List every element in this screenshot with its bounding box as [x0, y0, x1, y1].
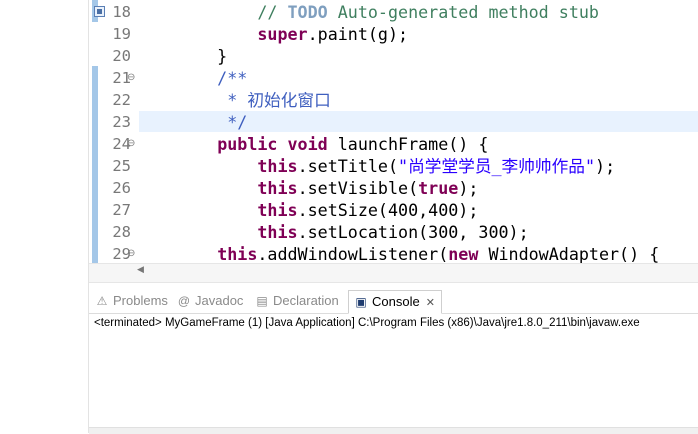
close-icon[interactable]: ✕	[426, 297, 435, 309]
code-line[interactable]: */	[177, 111, 247, 133]
code-token: );	[595, 156, 616, 176]
code-line[interactable]: }	[177, 45, 227, 67]
code-token: new	[448, 244, 479, 264]
tab-label: Problems	[113, 293, 168, 308]
code-token: this	[257, 200, 298, 220]
quick-diff-ruler	[92, 0, 100, 265]
code-line[interactable]: this.setTitle("尚学堂学员_李帅帅作品");	[177, 155, 615, 177]
code-line[interactable]: /**	[177, 67, 247, 89]
code-token: /**	[177, 68, 248, 88]
line-number: 27	[112, 201, 131, 219]
line-number: 19	[112, 25, 131, 43]
tab-declaration[interactable]: ▤ Declaration	[255, 291, 339, 311]
line-number: 23	[112, 113, 131, 131]
code-editor[interactable]: 18 // TODO Auto-generated method stub 19 …	[89, 0, 698, 265]
tab-console[interactable]: ▣ Console ✕	[348, 290, 442, 314]
code-token: );	[458, 178, 479, 198]
tab-javadoc[interactable]: @ Javadoc	[177, 291, 244, 311]
code-line[interactable]: this.addWindowListener(new WindowAdapter…	[177, 243, 659, 265]
horizontal-scrollbar[interactable]: ◀	[89, 263, 698, 283]
tab-label: Console	[372, 294, 420, 309]
code-token: void	[287, 134, 328, 154]
line-number: 18	[112, 3, 131, 21]
code-token: this	[257, 178, 298, 198]
code-token: .setLocation(300, 300);	[297, 222, 529, 242]
code-token: .setSize(400,400);	[297, 200, 479, 220]
code-line[interactable]: public void launchFrame() {	[177, 133, 488, 155]
code-line[interactable]: this.setLocation(300, 300);	[177, 221, 529, 243]
code-token: */	[177, 112, 248, 132]
console-icon: ▣	[355, 295, 367, 309]
code-token: public	[217, 134, 278, 154]
tab-problems[interactable]: ⚠ Problems	[95, 291, 168, 311]
fold-collapse-icon[interactable]: ⊖	[127, 133, 137, 155]
code-line[interactable]: // TODO Auto-generated method stub	[177, 1, 599, 23]
change-marker	[92, 66, 98, 264]
fold-collapse-icon[interactable]: ⊖	[127, 67, 137, 89]
tab-label: Javadoc	[195, 293, 244, 308]
code-token: .paint(g);	[307, 24, 409, 44]
code-token: .setVisible(	[297, 178, 419, 198]
eclipse-window: 18 // TODO Auto-generated method stub 19 …	[0, 0, 698, 434]
line-number: 28	[112, 223, 131, 241]
code-token: super	[257, 24, 308, 44]
javadoc-icon: @	[177, 294, 191, 308]
code-token: .setTitle(	[297, 156, 399, 176]
scroll-left-arrow-icon[interactable]: ◀	[137, 265, 144, 275]
code-token: .addWindowListener(	[257, 244, 449, 264]
code-token: this	[257, 156, 298, 176]
console-status-text: <terminated> MyGameFrame (1) [Java Appli…	[94, 317, 640, 329]
code-token: Auto-generated method stub	[327, 2, 599, 22]
console-view[interactable]: <terminated> MyGameFrame (1) [Java Appli…	[89, 314, 698, 434]
view-tab-bar: ⚠ Problems @ Javadoc ▤ Declaration ▣ Console…	[89, 289, 698, 314]
fold-collapse-icon[interactable]: ⊖	[127, 243, 137, 265]
declaration-icon: ▤	[256, 294, 268, 308]
left-panel	[0, 0, 88, 433]
line-number: 20	[112, 47, 131, 65]
tab-label: Declaration	[273, 293, 339, 308]
code-token: }	[177, 46, 228, 66]
code-token: "尚学堂学员_李帅帅作品"	[398, 156, 596, 176]
line-number: 22	[112, 91, 131, 109]
code-line[interactable]: super.paint(g);	[177, 23, 408, 45]
code-token: true	[418, 178, 459, 198]
task-marker-icon[interactable]	[94, 6, 105, 17]
code-line[interactable]: this.setSize(400,400);	[177, 199, 478, 221]
code-token: * 初始化窗口	[177, 90, 331, 110]
code-token: this	[217, 244, 258, 264]
code-token: TODO	[287, 2, 328, 22]
line-number: 26	[112, 179, 131, 197]
code-token: //	[257, 2, 288, 22]
code-token: launchFrame() {	[327, 134, 489, 154]
code-token: WindowAdapter() {	[478, 244, 660, 264]
code-line[interactable]: * 初始化窗口	[177, 89, 331, 111]
code-token: this	[257, 222, 298, 242]
code-line[interactable]: this.setVisible(true);	[177, 177, 478, 199]
problems-icon: ⚠	[96, 294, 108, 308]
line-number: 25	[112, 157, 131, 175]
